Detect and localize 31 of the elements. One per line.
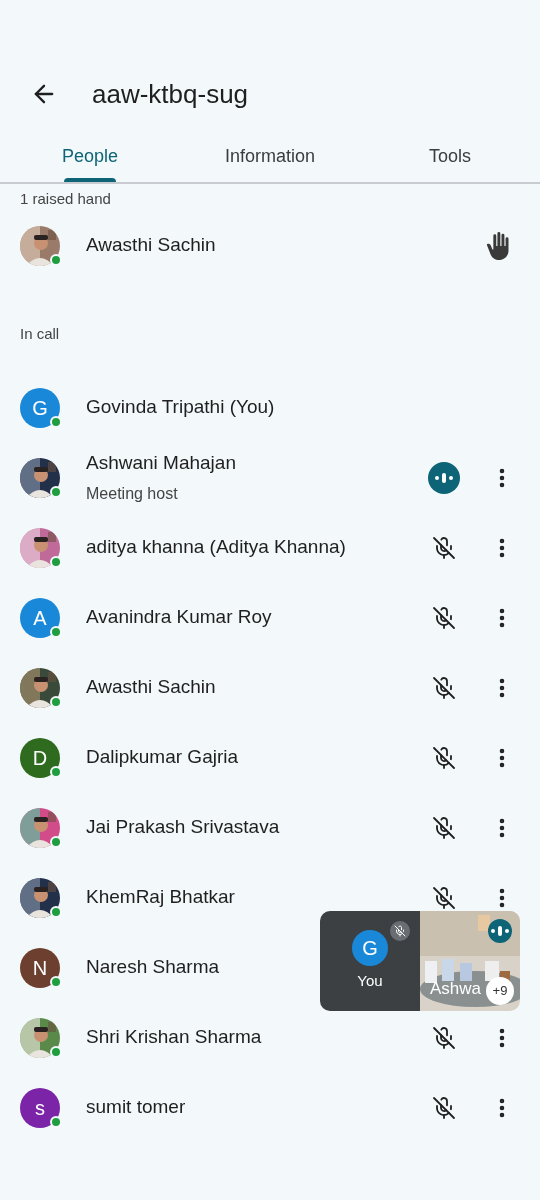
avatar: A [20,597,60,638]
participant-name: Shri Krishan Sharma [86,1025,262,1050]
avatar: s [20,1087,60,1128]
section-heading: In call [19,323,61,344]
section-heading: 1 raised hand [19,189,112,209]
participant-name: Awasthi Sachin [86,233,217,258]
tab[interactable]: Information [180,130,360,182]
tab[interactable]: People [0,130,180,182]
participant-name: Awasthi Sachin [86,675,216,700]
avatar: N [20,947,60,988]
tab[interactable]: Tools [360,130,540,182]
tile-label: You [357,970,383,991]
participant-role: Meeting host [86,483,178,504]
participant-name: sumit tomer [86,1095,186,1120]
participant-name: KhemRaj Bhatkar [86,885,235,910]
raised-hand-icon [484,231,512,260]
meeting-code: aaw-ktbq-sug [92,77,249,111]
participant-name: aditya khanna (Aditya Khanna) [86,535,346,560]
participant-name: Naresh Sharma [86,955,220,980]
participant-tile[interactable]: Ashwa +9 [420,911,520,1011]
participant-name: Dalipkumar Gajria [86,745,239,770]
participant-name: Govinda Tripathi (You) [86,395,275,420]
self-tile[interactable]: G You [320,911,420,1011]
tile-label: Ashwa [430,977,482,1000]
participant-name: Jai Prakash Srivastava [86,815,280,840]
participant-name: Avanindra Kumar Roy [86,605,272,630]
avatar: D [20,737,60,778]
avatar: G [352,929,388,966]
speaking-icon [428,461,460,494]
participant-name: Ashwani Mahajan [86,451,236,476]
avatar: G [20,387,60,428]
